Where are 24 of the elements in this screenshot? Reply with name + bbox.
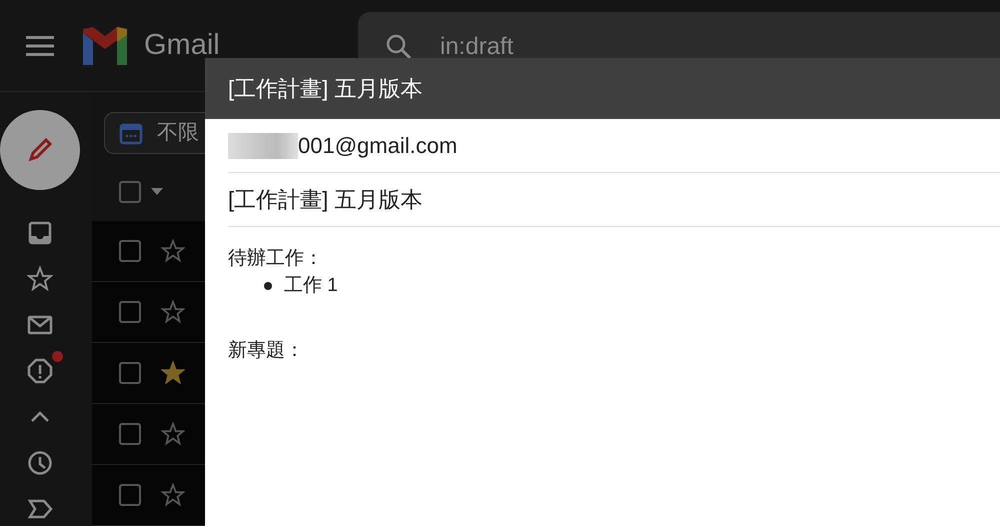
star-icon[interactable]: [161, 300, 185, 324]
message-body[interactable]: 待辦工作： 工作 1 新專題：: [205, 227, 1000, 382]
row-checkbox[interactable]: [119, 240, 141, 262]
mail-logo-icon[interactable]: [80, 26, 130, 64]
star-icon[interactable]: [27, 266, 53, 292]
pencil-icon: [27, 137, 53, 163]
star-icon[interactable]: [161, 422, 185, 446]
caret-icon[interactable]: [151, 188, 163, 196]
subject-field[interactable]: [工作計畫] 五月版本: [228, 173, 1000, 227]
row-checkbox[interactable]: [119, 484, 141, 506]
menu-icon[interactable]: [26, 34, 54, 56]
recipient-field[interactable]: 001@gmail.com: [228, 119, 1000, 173]
row-checkbox[interactable]: [119, 301, 141, 323]
star-icon[interactable]: [161, 239, 185, 263]
compose-title-bar: [工作計畫] 五月版本: [205, 58, 1000, 119]
row-checkbox[interactable]: [119, 423, 141, 445]
select-all-checkbox[interactable]: [119, 181, 141, 204]
star-icon[interactable]: [161, 361, 185, 385]
search-icon: [386, 34, 412, 60]
alert-icon[interactable]: [27, 358, 53, 384]
inbox-icon[interactable]: [27, 220, 53, 246]
row-checkbox[interactable]: [119, 362, 141, 384]
star-icon[interactable]: [161, 483, 185, 507]
clock-icon[interactable]: [27, 450, 53, 476]
